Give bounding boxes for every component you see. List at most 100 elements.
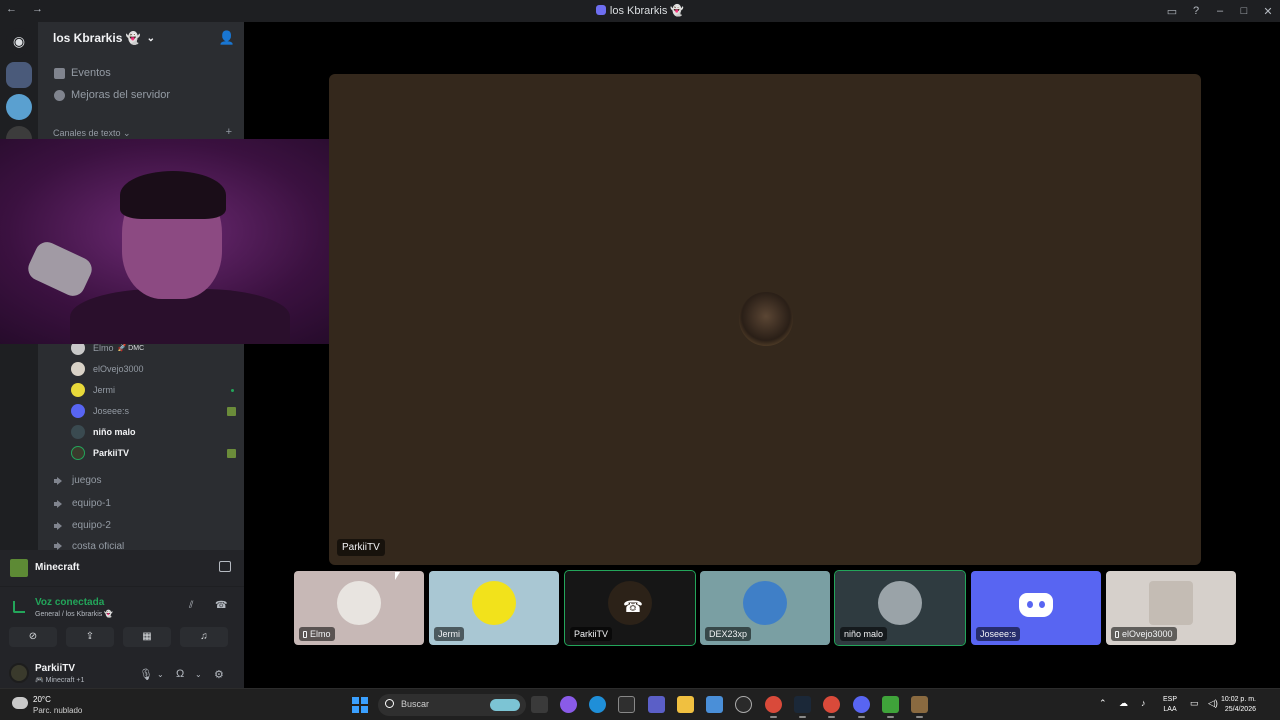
chrome-profile-icon[interactable] xyxy=(823,696,840,718)
weather-temp[interactable]: 20°C xyxy=(33,695,51,704)
discord-home-icon[interactable]: ◉ xyxy=(6,28,32,54)
voice-member[interactable]: elOvejo3000 xyxy=(71,360,236,378)
discord-logo-icon xyxy=(1019,593,1053,617)
avatar xyxy=(71,404,85,418)
close-button[interactable]: ✕ xyxy=(1256,5,1280,18)
minecraft-icon[interactable] xyxy=(911,696,928,718)
mic-tray-icon[interactable]: ♪ xyxy=(1141,698,1146,708)
microphone-icon[interactable]: 🎙 xyxy=(139,668,153,681)
teams-icon[interactable] xyxy=(648,696,665,713)
participant-name: Jermi xyxy=(438,629,460,639)
voice-channel-juegos[interactable]: juegos xyxy=(54,475,101,486)
voice-member[interactable]: niño malo xyxy=(71,423,236,441)
voice-channel-equipo-1[interactable]: equipo-1 xyxy=(54,498,111,509)
noise-suppression-icon[interactable]: ⫽ xyxy=(189,600,193,611)
voice-member[interactable]: Jermi xyxy=(71,381,236,399)
chevron-up-icon[interactable]: ⌃ xyxy=(1099,698,1107,709)
copilot-icon[interactable] xyxy=(560,696,577,713)
soundboard-button[interactable]: ♫ xyxy=(180,627,228,647)
server-icon-kbrarkis[interactable] xyxy=(6,62,32,88)
server-icon-2[interactable] xyxy=(6,94,32,120)
gear-icon[interactable]: ⚙ xyxy=(214,668,224,681)
steam-icon[interactable] xyxy=(794,696,811,718)
boosts-link[interactable]: Mejoras del servidor xyxy=(54,89,170,101)
server-header[interactable]: los Kbrarkis 👻 ⌄ 👤 xyxy=(38,22,244,54)
participant-tile-elmo[interactable]: Elmo xyxy=(294,571,424,645)
clock-time: 10:02 p. m. xyxy=(1220,696,1256,703)
calendar-icon xyxy=(54,67,65,79)
webcam-overlay xyxy=(0,139,365,344)
participant-tile-dex23xp[interactable]: DEX23xp xyxy=(700,571,830,645)
task-view-icon[interactable] xyxy=(531,696,548,713)
activities-button[interactable]: ▦ xyxy=(123,627,171,647)
discord-icon[interactable] xyxy=(853,696,870,718)
explorer-icon[interactable] xyxy=(677,696,694,713)
start-button[interactable] xyxy=(352,697,368,713)
chevron-down-icon[interactable]: ⌄ xyxy=(195,670,202,679)
voice-channel-costa-oficial[interactable]: costa oficial xyxy=(54,542,124,550)
chevron-down-icon[interactable]: ⌄ xyxy=(157,670,164,679)
avatar[interactable] xyxy=(9,663,29,683)
camera-off-button[interactable]: ⊘ xyxy=(9,627,57,647)
category-label: Canales de texto xyxy=(53,128,121,138)
participant-tile-nino-malo[interactable]: niño malo xyxy=(834,570,966,646)
disconnect-icon[interactable]: ☎ xyxy=(215,600,227,611)
lang-code: ESP xyxy=(1163,696,1178,703)
store-icon[interactable] xyxy=(618,696,635,713)
channel-label: juegos xyxy=(72,475,102,486)
channel-label: equipo-1 xyxy=(72,498,111,509)
voice-channel-equipo-2[interactable]: equipo-2 xyxy=(54,520,111,531)
clock-app-icon[interactable] xyxy=(735,696,752,713)
avatar xyxy=(71,425,85,439)
inbox-icon[interactable]: ▭ xyxy=(1160,5,1184,18)
system-clock[interactable]: 10:02 p. m. 25/4/2026 xyxy=(1221,695,1256,715)
category-text-channels[interactable]: Canales de texto ⌄ xyxy=(53,128,131,139)
voice-member[interactable]: ParkiiTV xyxy=(71,444,236,462)
voice-location[interactable]: General / los Kbrarkis 👻 xyxy=(35,610,113,618)
screen-share-icon[interactable] xyxy=(219,561,231,572)
taskbar-search[interactable]: Buscar xyxy=(378,694,526,716)
search-placeholder: Buscar xyxy=(401,699,430,709)
onedrive-icon[interactable]: ☁ xyxy=(1119,698,1128,709)
avatar xyxy=(337,581,381,625)
chrome-icon[interactable] xyxy=(765,696,782,718)
channel-label: equipo-2 xyxy=(72,520,111,531)
speaking-indicator xyxy=(231,388,234,392)
participant-label: Joseee:s xyxy=(976,627,1021,641)
user-activity: 🎮 Minecraft +1 xyxy=(35,677,85,684)
events-link[interactable]: Eventos xyxy=(54,67,111,79)
participant-tile-parkiitv[interactable]: ☎ ParkiiTV xyxy=(564,570,696,646)
language-indicator[interactable]: ESP LAA xyxy=(1163,695,1177,715)
screen-share-button[interactable]: ⇪ xyxy=(66,627,114,647)
participant-tile-joseee[interactable]: Joseee:s xyxy=(971,571,1101,645)
user-panel: ParkiiTV 🎮 Minecraft +1 🎙 ⌄ Ω ⌄ ⚙ xyxy=(0,650,244,688)
maximize-button[interactable]: □ xyxy=(1232,5,1256,17)
help-icon[interactable]: ? xyxy=(1184,5,1208,17)
participant-tile-elovejo3000[interactable]: elOvejo3000 xyxy=(1106,571,1236,645)
minecraft-launcher-icon[interactable] xyxy=(882,696,899,718)
search-highlight-icon xyxy=(490,699,520,711)
volume-icon[interactable]: ◁) xyxy=(1208,698,1218,709)
user-name[interactable]: ParkiiTV xyxy=(35,663,75,674)
voice-panel: Voz conectada General / los Kbrarkis 👻 ⫽… xyxy=(0,586,244,650)
participant-name: Joseee:s xyxy=(980,629,1017,639)
participant-name: DEX23xp xyxy=(709,629,748,639)
headphones-icon[interactable]: Ω xyxy=(176,668,184,680)
search-icon xyxy=(385,699,394,708)
cloud-icon[interactable] xyxy=(12,697,28,709)
voice-member[interactable]: Joseee:s xyxy=(71,402,236,420)
notepad-icon[interactable] xyxy=(706,696,723,713)
signal-icon[interactable] xyxy=(13,601,25,613)
window-title-text: los Kbrarkis 👻 xyxy=(609,5,685,17)
voice-status[interactable]: Voz conectada xyxy=(35,597,104,608)
focused-video-tile[interactable]: ParkiiTV xyxy=(329,74,1201,565)
add-channel-icon[interactable]: + xyxy=(226,126,232,138)
add-member-icon[interactable]: 👤 xyxy=(219,30,235,46)
network-icon[interactable]: ▭ xyxy=(1190,698,1199,709)
participant-tile-jermi[interactable]: Jermi xyxy=(429,571,559,645)
boosts-label: Mejoras del servidor xyxy=(71,89,171,101)
weather-desc[interactable]: Parc. nublado xyxy=(33,706,82,715)
member-name: niño malo xyxy=(93,427,136,437)
minimize-button[interactable]: – xyxy=(1208,5,1232,17)
edge-icon[interactable] xyxy=(589,696,606,713)
